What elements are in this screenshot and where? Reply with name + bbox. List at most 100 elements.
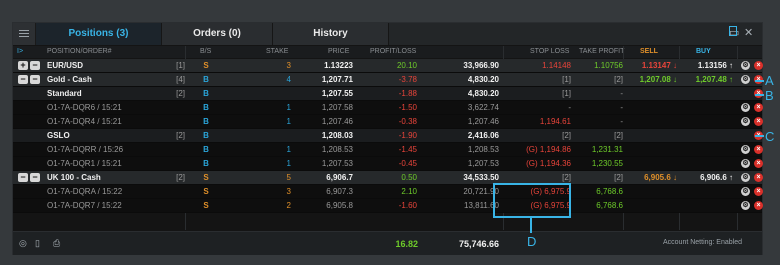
price-value: 6,907.3 bbox=[326, 187, 353, 196]
stop-loss-value[interactable]: [1] bbox=[501, 89, 571, 98]
stop-loss-value[interactable]: (G) 1,194.36 bbox=[501, 159, 571, 168]
document-icon[interactable]: ▯ bbox=[35, 239, 44, 248]
header-stake[interactable]: STAKE bbox=[266, 48, 288, 55]
take-profit-value[interactable]: 6,768.6 bbox=[575, 187, 623, 196]
profit-loss-value: 2.10 bbox=[401, 187, 417, 196]
stop-loss-value[interactable]: - bbox=[501, 103, 571, 112]
header-profit-loss[interactable]: PROFIT/LOSS bbox=[370, 48, 416, 55]
settings-icon[interactable]: ◎ bbox=[19, 239, 28, 248]
collapse-all-icon[interactable]: − bbox=[30, 61, 40, 70]
expand-toggle[interactable]: − − bbox=[18, 173, 40, 182]
collapse-icon[interactable]: − bbox=[18, 173, 28, 182]
buy-sell-indicator: S bbox=[203, 201, 209, 210]
buy-price[interactable]: 1.13156 ↑ bbox=[681, 61, 733, 70]
header-price[interactable]: PRICE bbox=[328, 48, 349, 55]
position-name[interactable]: O1-7A-DQRR / 15:26 bbox=[47, 145, 123, 154]
position-count: [4] bbox=[176, 75, 185, 84]
position-value: 13,811.60 bbox=[464, 201, 499, 210]
expand-toggle[interactable]: + − bbox=[18, 61, 40, 70]
edit-position-icon[interactable]: ⚙ bbox=[741, 75, 750, 84]
close-position-icon[interactable]: × bbox=[754, 187, 763, 196]
edit-position-icon[interactable]: ⚙ bbox=[741, 61, 750, 70]
tab-history[interactable]: History bbox=[273, 23, 389, 45]
stop-loss-value[interactable]: 1,194.61 bbox=[501, 117, 571, 126]
expand-toggle[interactable]: − − bbox=[18, 75, 40, 84]
profit-loss-value: -1.60 bbox=[398, 201, 417, 210]
sell-price[interactable]: 1.13147 ↓ bbox=[625, 61, 677, 70]
collapse-all-icon[interactable]: − bbox=[30, 173, 40, 182]
price-value: 1,207.71 bbox=[321, 75, 353, 84]
sell-price[interactable]: 1,207.08 ↓ bbox=[625, 75, 677, 84]
close-position-icon[interactable]: × bbox=[754, 61, 763, 70]
position-name: Gold - Cash bbox=[47, 75, 92, 84]
take-profit-value[interactable]: - bbox=[575, 117, 623, 126]
header-take-profit[interactable]: TAKE PROFIT bbox=[579, 48, 624, 55]
position-row[interactable]: − − Gold - Cash [4] B 4 1,207.71 -3.78 4,830.20[… bbox=[13, 73, 763, 87]
take-profit-value[interactable]: [2] bbox=[575, 173, 623, 182]
buy-price[interactable]: 1,207.48 ↑ bbox=[681, 75, 733, 84]
header-sell[interactable]: SELL bbox=[640, 48, 658, 55]
position-row[interactable]: O1-7A-DQRA / 15:22 S 3 6,907.3 2.10 20,721.90… bbox=[13, 185, 763, 199]
position-name[interactable]: O1-7A-DQR7 / 15:22 bbox=[47, 201, 122, 210]
position-count: [1] bbox=[176, 61, 185, 70]
position-row[interactable]: O1-7A-DQR6 / 15:21 B 1 1,207.58 -1.50 3,622.7… bbox=[13, 101, 763, 115]
stop-loss-value[interactable]: [2] bbox=[501, 131, 571, 140]
position-row[interactable]: − − UK 100 - Cash [2] S 5 6,906.7 0.50 34,533.50… bbox=[13, 171, 763, 185]
take-profit-value[interactable]: 1.10756 bbox=[575, 61, 623, 70]
stop-loss-value[interactable]: 1.14148 bbox=[501, 61, 571, 70]
edit-position-icon[interactable]: ⚙ bbox=[741, 103, 750, 112]
position-row[interactable]: O1-7A-DQR1 / 15:21 B 1 1,207.53 -0.45 1,207.5… bbox=[13, 157, 763, 171]
sell-price[interactable]: 6,905.6 ↓ bbox=[625, 173, 677, 182]
close-position-icon[interactable]: × bbox=[754, 201, 763, 210]
tab-positions[interactable]: Positions (3) bbox=[36, 23, 162, 45]
callout-label-d: D bbox=[527, 234, 537, 249]
position-row[interactable]: O1-7A-DQR4 / 15:21 B 1 1,207.46 -0.38 1,207.4… bbox=[13, 115, 763, 129]
position-name[interactable]: O1-7A-DQRA / 15:22 bbox=[47, 187, 122, 196]
header-buy[interactable]: BUY bbox=[696, 48, 711, 55]
take-profit-value[interactable]: - bbox=[575, 89, 623, 98]
edit-position-icon[interactable]: ⚙ bbox=[741, 201, 750, 210]
take-profit-value[interactable]: [2] bbox=[575, 75, 623, 84]
header-stop-loss[interactable]: STOP LOSS bbox=[530, 48, 569, 55]
close-position-icon[interactable]: × bbox=[754, 145, 763, 154]
menu-button[interactable] bbox=[13, 23, 36, 45]
position-name[interactable]: O1-7A-DQR4 / 15:21 bbox=[47, 117, 122, 126]
take-profit-value[interactable]: - bbox=[575, 103, 623, 112]
expand-all-icon[interactable]: I> bbox=[17, 48, 23, 55]
edit-position-icon[interactable]: ⚙ bbox=[741, 173, 750, 182]
close-window-icon[interactable]: ✕ bbox=[744, 28, 753, 39]
close-position-icon[interactable]: × bbox=[754, 173, 763, 182]
close-position-icon[interactable]: × bbox=[754, 159, 763, 168]
take-profit-value[interactable]: 1,230.55 bbox=[575, 159, 623, 168]
close-position-icon[interactable]: × bbox=[754, 117, 763, 126]
stake-value: 5 bbox=[286, 173, 291, 182]
take-profit-value[interactable]: 1,231.31 bbox=[575, 145, 623, 154]
position-row[interactable]: GSLO[2]B1,208.03-1.902,416.06[2][2]× bbox=[13, 129, 763, 143]
edit-position-icon[interactable]: ⚙ bbox=[741, 117, 750, 126]
header-position-order[interactable]: POSITION/ORDER# bbox=[47, 48, 112, 55]
print-icon[interactable]: ⎙ bbox=[53, 239, 62, 248]
close-position-icon[interactable]: × bbox=[754, 103, 763, 112]
edit-position-icon[interactable]: ⚙ bbox=[741, 159, 750, 168]
collapse-icon[interactable]: − bbox=[18, 75, 28, 84]
take-profit-value[interactable]: 6,768.6 bbox=[575, 201, 623, 210]
position-row[interactable]: + − EUR/USD [1] S 3 1.13223 20.10 33,966.90 1.141… bbox=[13, 59, 763, 73]
stop-loss-value[interactable]: (G) 1,194.86 bbox=[501, 145, 571, 154]
buy-price[interactable]: 6,906.6 ↑ bbox=[681, 173, 733, 182]
position-row[interactable]: O1-7A-DQRR / 15:26 B 1 1,208.53 -1.45 1,208.5… bbox=[13, 143, 763, 157]
collapse-all-icon[interactable]: − bbox=[30, 75, 40, 84]
expand-icon[interactable]: + bbox=[18, 61, 28, 70]
stop-loss-value[interactable]: [2] bbox=[501, 173, 571, 182]
position-name[interactable]: O1-7A-DQR1 / 15:21 bbox=[47, 159, 122, 168]
position-row[interactable]: O1-7A-DQR7 / 15:22 S 2 6,905.8 -1.60 13,811.6… bbox=[13, 199, 763, 213]
tab-orders[interactable]: Orders (0) bbox=[162, 23, 273, 45]
edit-position-icon[interactable]: ⚙ bbox=[741, 145, 750, 154]
header-bs[interactable]: B/S bbox=[200, 48, 211, 55]
layout-toggle-icon[interactable] bbox=[729, 26, 737, 36]
take-profit-value[interactable]: [2] bbox=[575, 131, 623, 140]
stop-loss-value[interactable]: [1] bbox=[501, 75, 571, 84]
price-value: 1,207.53 bbox=[321, 159, 353, 168]
position-row[interactable]: Standard[2]B1,207.55-1.884,830.20[1]-× bbox=[13, 87, 763, 101]
position-name[interactable]: O1-7A-DQR6 / 15:21 bbox=[47, 103, 122, 112]
edit-position-icon[interactable]: ⚙ bbox=[741, 187, 750, 196]
